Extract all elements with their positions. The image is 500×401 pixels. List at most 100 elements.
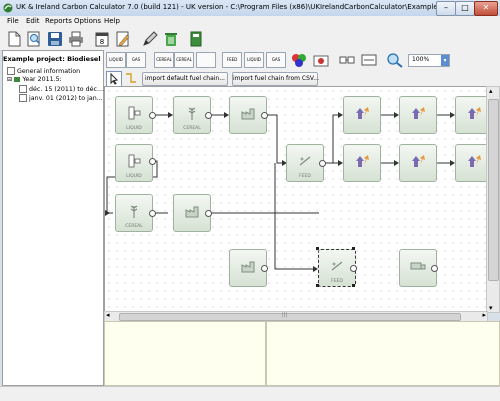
output-node-1[interactable] [343,96,381,134]
wheat-icon [130,205,138,218]
zoom-value: 100% [412,56,430,63]
output-port[interactable] [261,265,268,272]
chevron-down-icon[interactable]: ▾ [441,55,449,66]
palette-icon[interactable] [290,52,308,68]
title-bar: UK & Ireland Carbon Calculator 7.0 (buil… [0,0,500,16]
selection-handle[interactable] [352,247,355,250]
import-fuel-chain-csv-button[interactable]: import fuel chain from CSV... [232,72,319,86]
output-node-2[interactable] [399,96,437,134]
module-cereal-button[interactable]: CEREAL [154,52,174,68]
emission-arrows-icon [356,107,369,119]
output-node-6[interactable] [455,144,487,182]
horizontal-scroll-thumb[interactable]: ||| [119,312,461,321]
vertical-scrollbar[interactable]: ▴ ▾ [486,86,500,313]
factory-icon [241,261,255,273]
zoom-select[interactable]: 100% ▾ [408,54,450,67]
output-port[interactable] [431,265,438,272]
selection-handle[interactable] [316,247,319,250]
pen-edit-icon[interactable] [141,30,159,48]
connector-icon[interactable] [360,52,378,68]
calendar-icon[interactable]: 8 [93,30,111,48]
fuel-chain-canvas[interactable]: LIQUID CEREAL LIQUID FEED CEREAL FEED [104,86,488,313]
module-feed-button[interactable]: FEED [222,52,242,68]
tree-item-general-information[interactable]: General information [7,67,80,75]
menu-options[interactable]: Options [74,17,101,25]
delete-bin-icon[interactable] [162,30,180,48]
document-icon [19,94,27,102]
output-port[interactable] [205,210,212,217]
output-node-5[interactable] [399,144,437,182]
output-port[interactable] [261,112,268,119]
connector-tool-icon[interactable] [124,71,138,85]
wheat-icon [188,107,196,120]
emission-arrows-icon [412,107,425,119]
cereal-module-node-2[interactable]: CEREAL [115,194,153,232]
emissions-icon[interactable] [312,52,330,68]
output-port[interactable] [350,265,357,272]
open-search-icon[interactable] [25,30,43,48]
output-port[interactable] [149,112,156,119]
document-icon [19,85,27,93]
tree-item-year[interactable]: ⊟ Year 2011.5: [7,76,62,83]
import-default-fuel-chain-button[interactable]: import default fuel chain... [142,72,228,86]
tree-item-period-2[interactable]: janv. 01 (2012) to jan... [19,94,103,102]
liquid-module-node[interactable]: LIQUID [115,96,153,134]
collapse-toggle-icon[interactable]: ⊟ [7,76,12,83]
menu-edit[interactable]: Edit [26,17,40,25]
output-port[interactable] [319,160,326,167]
scroll-up-icon[interactable]: ▴ [489,87,493,95]
scroll-right-icon[interactable]: ▸ [482,311,486,319]
node-label: CEREAL [125,224,143,229]
new-file-icon[interactable] [5,30,23,48]
edit-document-icon[interactable] [114,30,132,48]
factory-icon [185,206,199,218]
scroll-left-icon[interactable]: ◂ [106,311,110,319]
output-node-3[interactable] [455,96,487,134]
node-label: FEED [299,174,311,179]
scroll-down-icon[interactable]: ▾ [489,304,493,312]
maximize-button[interactable]: □ [455,1,475,16]
tree-item-period-1[interactable]: déc. 15 (2011) to déc.... [19,85,105,93]
output-port[interactable] [149,158,156,165]
node-label: CEREAL [183,126,201,131]
book-icon[interactable] [187,30,205,48]
selection-handle[interactable] [352,284,355,287]
module-liquid-button[interactable]: LIQUID [106,52,126,68]
selection-handle[interactable] [316,284,319,287]
output-port[interactable] [205,112,212,119]
module-gas-button[interactable]: GAS [126,52,146,68]
menu-help[interactable]: Help [104,17,120,25]
menu-reports[interactable]: Reports [45,17,72,25]
emission-arrows-icon [468,107,481,119]
link-chain-icon[interactable] [338,52,356,68]
module-liquid-2-button[interactable]: LIQUID [244,52,264,68]
module-cereal-2-button[interactable]: CEREAL [174,52,194,68]
year-icon [14,76,21,82]
minimize-button[interactable]: – [436,1,456,16]
app-icon [3,3,13,13]
emission-arrows-icon [356,155,369,167]
zoom-icon[interactable] [386,52,404,68]
module-label: LIQUID [247,57,261,62]
output-port[interactable] [149,210,156,217]
liquid-bottle-icon [128,154,141,168]
tree-item-label: janv. 01 (2012) to jan... [29,95,103,102]
output-node-4[interactable] [343,144,381,182]
truck-icon [410,262,426,270]
notes-panel-left[interactable] [104,321,266,386]
module-gas-2-button[interactable]: GAS [266,52,286,68]
status-bar [0,386,500,401]
node-label: LIQUID [126,126,142,131]
menu-file[interactable]: File [7,17,19,25]
liquid-module-node-2[interactable]: LIQUID [115,144,153,182]
module-process-button[interactable] [196,52,216,68]
tree-item-label: déc. 15 (2011) to déc.... [29,86,105,93]
vertical-scroll-thumb[interactable] [488,99,499,281]
close-button[interactable]: ✕ [474,1,498,16]
feed-icon [331,261,343,271]
print-icon[interactable] [67,30,85,48]
save-icon[interactable] [46,30,64,48]
tree-item-label: Year 2011.5: [22,76,62,83]
pointer-tool-icon[interactable] [106,71,122,87]
notes-panel-right[interactable] [266,321,500,386]
